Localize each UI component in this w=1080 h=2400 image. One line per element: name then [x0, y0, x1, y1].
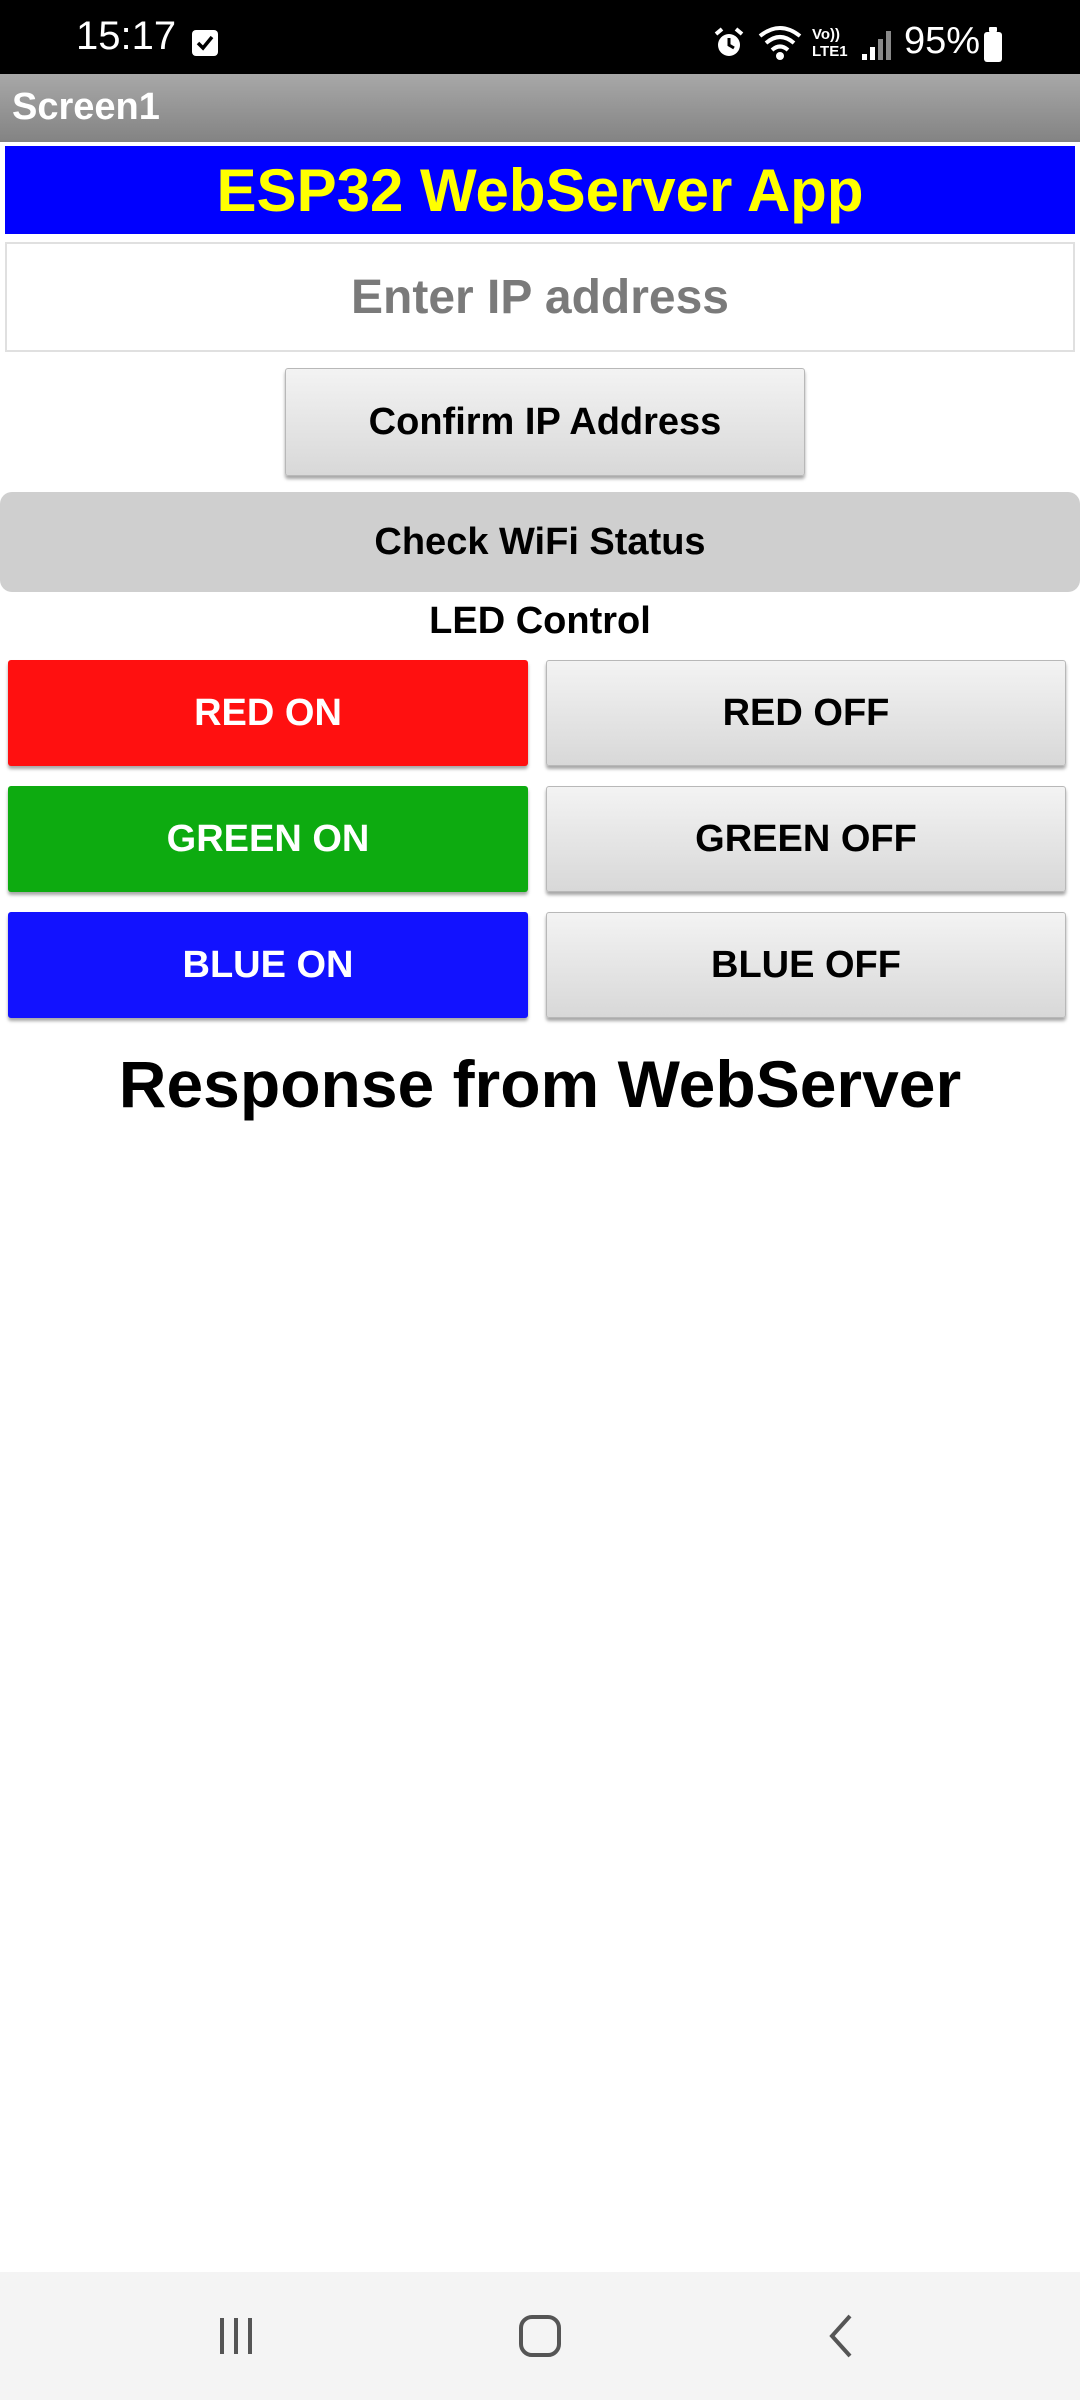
blue-off-button[interactable]: BLUE OFF [546, 912, 1066, 1018]
check-wifi-button[interactable]: Check WiFi Status [0, 492, 1080, 592]
recent-apps-icon[interactable] [176, 2272, 296, 2400]
ip-address-input[interactable] [5, 242, 1075, 352]
battery-icon [984, 27, 1002, 62]
blue-on-button[interactable]: BLUE ON [8, 912, 528, 1018]
battery-percentage: 95% [904, 20, 981, 62]
checkbox-notification-icon [192, 30, 218, 56]
app-header: ESP32 WebServer App [5, 146, 1075, 234]
home-icon[interactable] [480, 2272, 600, 2400]
wifi-icon [758, 24, 802, 67]
screen-title: Screen1 [12, 86, 160, 128]
led-control-label: LED Control [429, 600, 651, 642]
status-bar: 15:17 Vo)) LTE1 95% [0, 0, 1080, 74]
response-label: Response from WebServer [118, 1047, 962, 1121]
screen-title-bar: Screen1 [0, 74, 1080, 142]
signal-icon [860, 28, 894, 67]
green-off-button[interactable]: GREEN OFF [546, 786, 1066, 892]
volte-icon: Vo)) LTE1 [812, 26, 848, 60]
red-on-button[interactable]: RED ON [8, 660, 528, 766]
confirm-ip-button[interactable]: Confirm IP Address [285, 368, 805, 476]
alarm-icon [712, 26, 746, 65]
navigation-bar [0, 2272, 1080, 2400]
green-on-button[interactable]: GREEN ON [8, 786, 528, 892]
back-icon[interactable] [782, 2272, 902, 2400]
red-off-button[interactable]: RED OFF [546, 660, 1066, 766]
status-time: 15:17 [76, 14, 177, 58]
